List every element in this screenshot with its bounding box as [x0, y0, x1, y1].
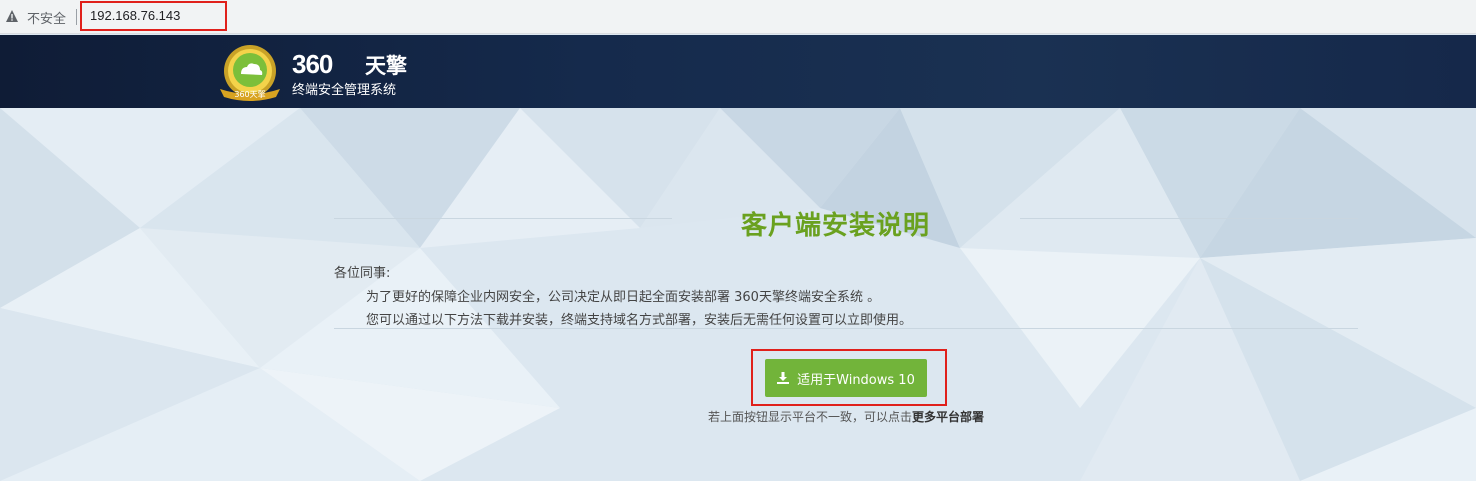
browser-address-bar: 不安全 192.168.76.143 [0, 0, 1476, 34]
security-status-label[interactable]: 不安全 [27, 8, 66, 27]
instruction-paragraph: 您可以通过以下方法下载并安装，终端支持域名方式部署，安装后无需任何设置可以立即使… [366, 313, 913, 328]
url-field-highlight[interactable]: 192.168.76.143 [80, 1, 227, 31]
content-divider [334, 328, 1358, 329]
title-divider-left [334, 218, 672, 219]
logo-number: 360 [292, 49, 333, 79]
download-icon [777, 372, 790, 384]
download-windows-button[interactable]: 适用于Windows 10 [765, 359, 927, 397]
greeting-text: 各位同事: [334, 266, 391, 281]
download-button-label: 适用于Windows 10 [797, 372, 915, 388]
intro-paragraph: 为了更好的保障企业内网安全，公司决定从即日起全面安装部署 360天擎终端安全系统… [366, 290, 881, 305]
address-separator [76, 9, 77, 25]
url-text[interactable]: 192.168.76.143 [90, 8, 180, 23]
page-title: 客户端安装说明 [741, 211, 931, 241]
title-divider-right [1020, 218, 1358, 219]
logo-badge-icon: 360天擎 [220, 45, 280, 101]
warning-icon[interactable] [5, 9, 19, 23]
logo-subtitle: 终端安全管理系统 [292, 83, 397, 98]
platform-hint-text: 若上面按钮显示平台不一致，可以点击 [708, 410, 913, 424]
more-platforms-link[interactable]: 更多平台部署 [912, 410, 984, 424]
badge-text: 360天擎 [234, 89, 265, 99]
platform-hint: 若上面按钮显示平台不一致，可以点击更多平台部署 [708, 408, 984, 425]
logo-name: 天擎 [365, 54, 407, 78]
